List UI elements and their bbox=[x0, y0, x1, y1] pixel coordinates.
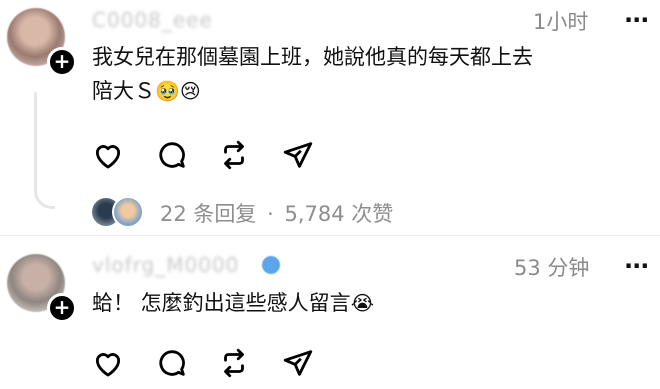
emoji-icon: 🥹😢 bbox=[155, 79, 201, 103]
comment-text-tail: 陪大Ｓ bbox=[92, 79, 155, 103]
like-button[interactable] bbox=[91, 346, 125, 384]
share-button[interactable] bbox=[281, 138, 315, 176]
repost-button[interactable] bbox=[217, 138, 251, 176]
verified-icon bbox=[262, 256, 280, 274]
comment-text: 蛤！ 怎麼釣出這些感人留言😭 bbox=[92, 286, 652, 320]
comment-text-line: 我女兒在那個墓園上班，她說他真的每天都上去 bbox=[92, 45, 533, 69]
thread-line bbox=[34, 92, 37, 192]
timestamp: 53 分钟 bbox=[514, 256, 590, 280]
comment-icon bbox=[159, 142, 185, 168]
replies-summary[interactable]: 22 条回复 · 5,784 次赞 bbox=[160, 198, 393, 228]
comment-item: + C0008_eee 1小时 ··· 我女兒在那個墓園上班，她說他真的每天都上… bbox=[0, 0, 660, 232]
more-options-icon[interactable]: ··· bbox=[624, 252, 649, 280]
separator: · bbox=[267, 202, 274, 226]
replies-count[interactable]: 22 条回复 bbox=[160, 202, 256, 226]
comment-icon bbox=[159, 350, 185, 376]
reply-button[interactable] bbox=[155, 346, 189, 384]
share-button[interactable] bbox=[281, 346, 315, 384]
timestamp: 1小时 bbox=[533, 10, 589, 34]
send-icon bbox=[283, 350, 313, 376]
follow-plus-icon[interactable]: + bbox=[47, 293, 77, 323]
username[interactable]: C0008_eee bbox=[92, 8, 213, 32]
comment-text-line: 陪大Ｓ🥹😢 bbox=[92, 74, 652, 108]
repost-icon bbox=[224, 140, 244, 170]
send-icon bbox=[283, 142, 313, 168]
username[interactable]: vlofrg_M0000 bbox=[92, 253, 239, 277]
more-options-icon[interactable]: ··· bbox=[624, 6, 649, 34]
heart-icon bbox=[95, 145, 121, 169]
repost-icon bbox=[224, 348, 244, 378]
repost-button[interactable] bbox=[217, 346, 251, 384]
like-button[interactable] bbox=[91, 138, 125, 176]
comment-item: + vlofrg_M0000 53 分钟 ··· 蛤！ 怎麼釣出這些感人留言😭 bbox=[0, 236, 660, 389]
likes-count[interactable]: 5,784 次赞 bbox=[284, 202, 393, 226]
reply-button[interactable] bbox=[155, 138, 189, 176]
reply-avatar[interactable] bbox=[112, 196, 144, 228]
comment-text-line: 蛤！ 怎麼釣出這些感人留言 bbox=[92, 291, 351, 315]
emoji-icon: 😭 bbox=[350, 291, 375, 315]
heart-icon bbox=[95, 353, 121, 377]
comment-text: 我女兒在那個墓園上班，她說他真的每天都上去 陪大Ｓ🥹😢 bbox=[92, 40, 652, 108]
follow-plus-icon[interactable]: + bbox=[47, 47, 77, 77]
thread-curve bbox=[34, 188, 55, 209]
